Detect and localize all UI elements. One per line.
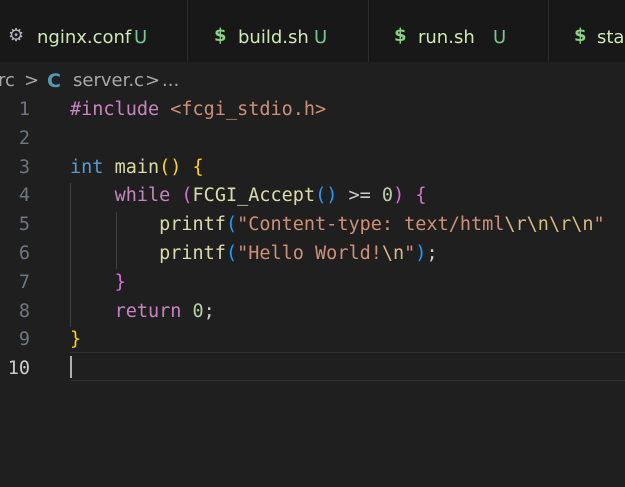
- breadcrumb-folder[interactable]: rc: [0, 70, 15, 92]
- code-text: printf("Content-type: text/html\r\n\r\n": [70, 211, 605, 240]
- code-token: (): [159, 156, 182, 178]
- code-token: 0: [192, 300, 204, 322]
- tab-status-untracked: U: [493, 27, 507, 48]
- line-number: 8: [18, 300, 30, 322]
- line-number: 1: [18, 99, 30, 120]
- code-token: (: [225, 214, 238, 236]
- code-token: >=: [337, 185, 382, 207]
- code-token: ": [404, 243, 416, 264]
- code-text: }: [70, 326, 81, 355]
- c-file-icon: C: [47, 70, 61, 92]
- code-text: int main() {: [70, 154, 204, 183]
- code-token: {: [192, 156, 204, 178]
- tab-status-untracked: U: [314, 27, 328, 48]
- code-text: while (FCGI_Accept() >= 0) {: [70, 182, 427, 211]
- code-token: "Hello World!: [237, 243, 382, 264]
- breadcrumb: rc > C server.c > ...: [0, 62, 625, 98]
- line-number: 4: [18, 185, 30, 207]
- code-token: ;: [203, 300, 215, 322]
- tab-build-sh[interactable]: $ build.sh U: [188, 0, 369, 62]
- editor-window: ⚙ nginx.conf U $ build.sh U $ run.sh U $…: [0, 0, 625, 487]
- code-token: int: [70, 156, 104, 178]
- code-line: 5 printf("Content-type: text/html\r\n\r\…: [0, 211, 625, 240]
- tab-status-untracked: U: [134, 27, 148, 48]
- code-token: \n: [381, 243, 405, 264]
- tab-nginx-conf[interactable]: ⚙ nginx.conf U: [0, 0, 188, 62]
- code-token: return: [114, 300, 182, 322]
- code-token: main: [114, 156, 160, 178]
- code-line: 3 int main() {: [0, 154, 625, 183]
- line-number: 10: [7, 358, 30, 380]
- code-token: printf: [159, 243, 226, 264]
- code-token: \r\n\r\n: [504, 214, 594, 236]
- code-line: 10: [0, 355, 625, 384]
- tab-start[interactable]: $ star: [549, 0, 625, 62]
- code-token: ): [415, 243, 427, 264]
- code-line: 6 printf("Hello World!\n");: [0, 240, 625, 269]
- dollar-icon: $: [214, 25, 227, 46]
- code-line: 4 while (FCGI_Accept() >= 0) {: [0, 182, 625, 211]
- code-line: 2: [0, 125, 625, 154]
- code-token: <fcgi_stdio.h>: [170, 99, 327, 120]
- code-line: 1 #include <fcgi_stdio.h>: [0, 96, 625, 125]
- code-text: }: [70, 269, 126, 298]
- breadcrumb-symbol[interactable]: ...: [162, 70, 179, 92]
- code-token: }: [70, 329, 82, 351]
- code-token: ": [593, 214, 605, 236]
- tab-label: build.sh: [238, 27, 309, 48]
- code-line: 7 }: [0, 269, 625, 298]
- code-token: ;: [426, 243, 438, 264]
- dollar-icon: $: [574, 25, 587, 46]
- breadcrumb-file[interactable]: server.c: [73, 70, 144, 92]
- code-token: }: [114, 271, 126, 293]
- text-cursor: [70, 356, 72, 378]
- tab-label: star: [597, 27, 625, 48]
- line-number: 7: [18, 271, 30, 293]
- chevron-right-icon: >: [24, 70, 40, 91]
- code-line: 9}: [0, 326, 625, 355]
- code-text: printf("Hello World!\n");: [70, 240, 438, 269]
- code-token: {: [415, 185, 427, 207]
- line-number: 2: [18, 127, 30, 149]
- code-token: (): [315, 185, 338, 207]
- code-token: "Content-type: text/html: [237, 214, 505, 236]
- line-number: 9: [18, 329, 30, 351]
- code-text: return 0;: [70, 298, 215, 327]
- tab-label: nginx.conf: [37, 27, 132, 48]
- code-line: 8 return 0;: [0, 298, 625, 327]
- tab-run-sh[interactable]: $ run.sh U: [369, 0, 549, 62]
- tab-label: run.sh: [418, 27, 475, 48]
- code-editor[interactable]: 1 #include <fcgi_stdio.h> 2 3 int main() {4 …: [0, 96, 625, 487]
- line-number: 5: [18, 214, 30, 236]
- chevron-right-icon: >: [145, 70, 161, 91]
- tab-bar: ⚙ nginx.conf U $ build.sh U $ run.sh U $…: [0, 0, 625, 63]
- code-token: (: [181, 185, 193, 207]
- dollar-icon: $: [394, 25, 407, 46]
- line-number: 3: [18, 156, 30, 178]
- code-text: #include <fcgi_stdio.h>: [70, 96, 326, 125]
- code-token: (: [225, 243, 238, 264]
- line-number: 6: [18, 243, 30, 264]
- gear-icon: ⚙: [8, 25, 25, 46]
- code-token: FCGI_Accept: [192, 185, 316, 207]
- code-token: ): [393, 185, 405, 207]
- code-token: #include: [70, 99, 160, 120]
- code-token: while: [114, 185, 171, 207]
- code-token: printf: [159, 214, 226, 236]
- code-token: 0: [381, 185, 394, 207]
